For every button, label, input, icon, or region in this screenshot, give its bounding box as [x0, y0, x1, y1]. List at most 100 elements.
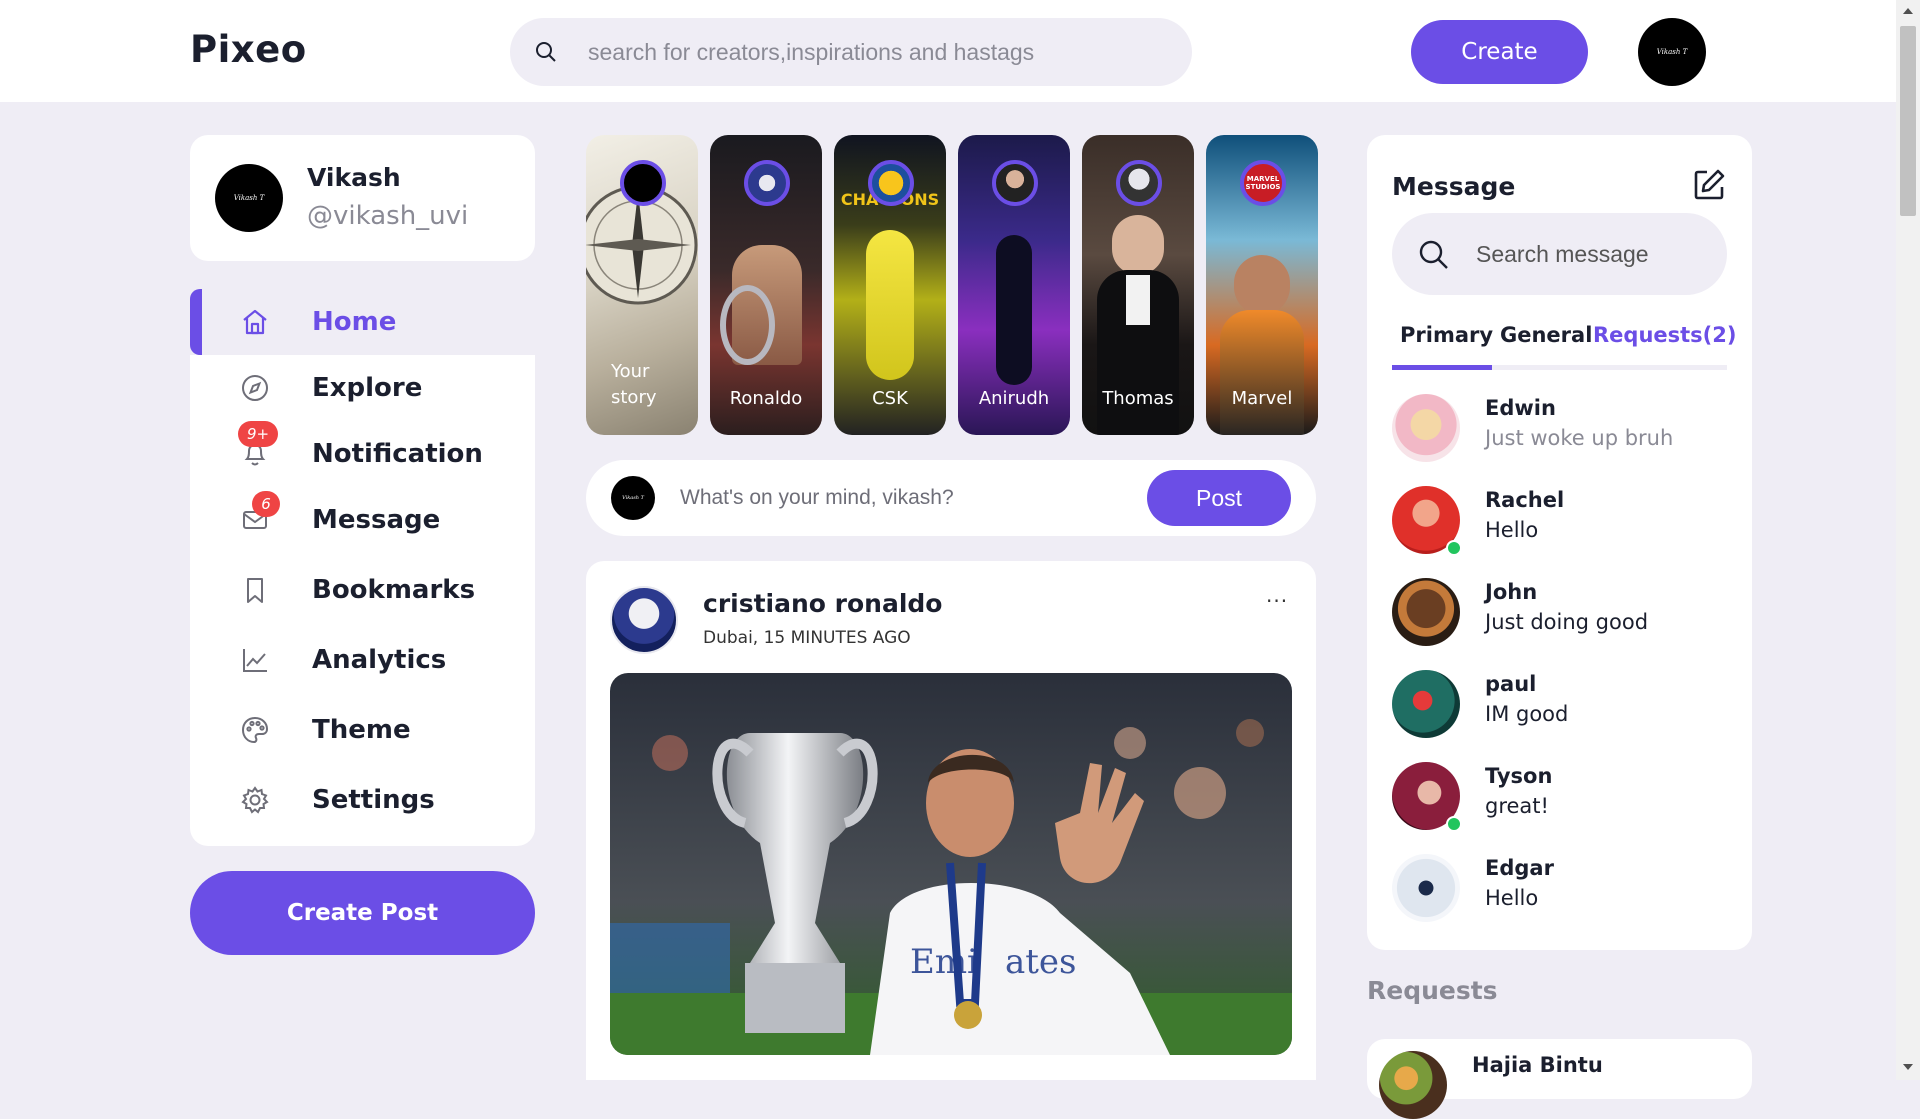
svg-text:ates: ates: [1005, 942, 1077, 982]
gear-icon: [241, 786, 269, 814]
sidebar-item-home[interactable]: Home: [190, 289, 535, 355]
story-csk[interactable]: CHA ONS CSK: [834, 135, 946, 435]
marvel-logo-icon: MARVEL STUDIOS: [1245, 175, 1281, 191]
post-author-name[interactable]: cristiano ronaldo: [703, 589, 942, 618]
chat-name: paul: [1485, 672, 1537, 696]
story-label: Marvel: [1231, 388, 1293, 409]
composer-input[interactable]: [680, 480, 1140, 516]
messages-panel: Message Primary General Requests(2) Edwi…: [1367, 135, 1752, 950]
sidebar-item-label: Analytics: [312, 645, 447, 675]
composer-avatar: Vikash T: [611, 476, 655, 520]
story-anirudh[interactable]: Anirudh: [958, 135, 1070, 435]
story-avatar: [1116, 160, 1162, 206]
sidebar-nav: Home Explore 9+ Notification 6 Message B…: [190, 289, 535, 846]
tab-primary[interactable]: Primary: [1400, 323, 1493, 347]
more-options-icon[interactable]: ...: [1266, 583, 1288, 607]
story-avatar: [992, 160, 1038, 206]
svg-text:Emi: Emi: [910, 942, 978, 982]
story-avatar: [868, 160, 914, 206]
message-search[interactable]: [1392, 213, 1727, 295]
requests-heading: Requests: [1367, 976, 1498, 1005]
avatar-signature: Vikash T: [233, 194, 265, 202]
profile-name: Vikash: [307, 163, 401, 192]
notification-badge: 9+: [238, 421, 278, 447]
message-badge: 6: [252, 491, 280, 517]
chat-item[interactable]: paul IM good: [1392, 670, 1727, 742]
request-name: Hajia Bintu: [1472, 1053, 1603, 1077]
bookmark-icon: [247, 578, 263, 603]
story-ronaldo[interactable]: Ronaldo: [710, 135, 822, 435]
tab-active-indicator: [1392, 365, 1492, 370]
sidebar-item-label: Home: [312, 307, 397, 337]
request-avatar: [1379, 1051, 1447, 1119]
chat-name: Edwin: [1485, 396, 1556, 420]
sidebar-item-explore[interactable]: Explore: [190, 355, 535, 421]
search-input[interactable]: [588, 32, 1168, 72]
shirt-shape: [1126, 275, 1150, 325]
post-location-time: Dubai, 15 MINUTES AGO: [703, 628, 911, 648]
user-avatar[interactable]: Vikash T: [1638, 18, 1706, 86]
chat-preview: Just doing good: [1485, 610, 1649, 634]
chat-avatar: [1392, 854, 1460, 922]
sidebar-item-label: Theme: [312, 715, 411, 745]
post-photo-illustration: Emi ates: [610, 673, 1292, 1055]
sidebar-item-theme[interactable]: Theme: [190, 697, 535, 763]
page-scrollbar[interactable]: [1896, 0, 1920, 1080]
request-item[interactable]: Hajia Bintu: [1367, 1039, 1752, 1119]
search-bar[interactable]: [510, 18, 1192, 86]
sidebar-item-analytics[interactable]: Analytics: [190, 627, 535, 693]
story-your-story[interactable]: Your story: [586, 135, 698, 435]
chat-item[interactable]: Rachel Hello: [1392, 486, 1727, 558]
feed-post: cristiano ronaldo Dubai, 15 MINUTES AGO …: [586, 561, 1316, 1080]
post-author-avatar[interactable]: [610, 586, 678, 654]
palette-icon: [241, 716, 269, 744]
chat-name: Edgar: [1485, 856, 1554, 880]
scroll-up-arrow-icon[interactable]: [1903, 8, 1913, 14]
chat-item[interactable]: Edgar Hello: [1392, 854, 1727, 926]
chat-avatar: [1392, 394, 1460, 462]
chat-item[interactable]: Edwin Just woke up bruh: [1392, 394, 1727, 466]
sidebar-item-settings[interactable]: Settings: [190, 767, 535, 833]
top-navbar: Pixeo Create Vikash T: [0, 0, 1896, 102]
scroll-down-arrow-icon[interactable]: [1903, 1064, 1913, 1070]
chat-item[interactable]: John Just doing good: [1392, 578, 1727, 650]
post-composer: Vikash T Post: [586, 460, 1316, 536]
profile-card[interactable]: Vikash T Vikash @vikash_uvi: [190, 135, 535, 261]
avatar-signature: Vikash T: [622, 495, 644, 501]
chat-preview: Hello: [1485, 518, 1539, 542]
sidebar-item-notification[interactable]: 9+ Notification: [190, 421, 535, 487]
story-thomas[interactable]: Thomas: [1082, 135, 1194, 435]
trophy-shape: [720, 285, 775, 365]
sidebar-item-label: Bookmarks: [312, 575, 476, 605]
create-post-button[interactable]: Create Post: [190, 871, 535, 955]
online-status-indicator: [1446, 816, 1462, 832]
chat-preview: IM good: [1485, 702, 1569, 726]
tab-general[interactable]: General: [1500, 323, 1592, 347]
search-icon: [536, 42, 556, 62]
story-marvel[interactable]: MARVEL STUDIOS Marvel: [1206, 135, 1318, 435]
post-button[interactable]: Post: [1147, 470, 1291, 526]
chat-preview: Hello: [1485, 886, 1539, 910]
jacket-shape: [1220, 310, 1304, 435]
scrollbar-thumb[interactable]: [1900, 26, 1916, 216]
story-avatar: [744, 160, 790, 206]
sidebar-item-label: Explore: [312, 373, 423, 403]
story-label: Thomas: [1102, 388, 1174, 409]
player-figure: [866, 230, 914, 380]
chat-name: Tyson: [1485, 764, 1553, 788]
edit-icon[interactable]: [1691, 167, 1727, 203]
post-image[interactable]: Emi ates: [610, 673, 1292, 1055]
dancer-figure: [996, 235, 1032, 385]
create-button[interactable]: Create: [1411, 20, 1588, 84]
chat-item[interactable]: Tyson great!: [1392, 762, 1727, 834]
profile-avatar: Vikash T: [215, 164, 283, 232]
sidebar-item-bookmarks[interactable]: Bookmarks: [190, 557, 535, 623]
app-logo[interactable]: Pixeo: [190, 28, 307, 71]
tab-requests[interactable]: Requests(2): [1593, 323, 1736, 347]
messages-title: Message: [1392, 172, 1516, 201]
chat-preview: Just woke up bruh: [1485, 426, 1674, 450]
story-label: Ronaldo: [729, 388, 803, 409]
sidebar-item-message[interactable]: 6 Message: [190, 487, 535, 553]
sidebar-item-label: Message: [312, 505, 441, 535]
message-search-input[interactable]: [1476, 235, 1706, 273]
